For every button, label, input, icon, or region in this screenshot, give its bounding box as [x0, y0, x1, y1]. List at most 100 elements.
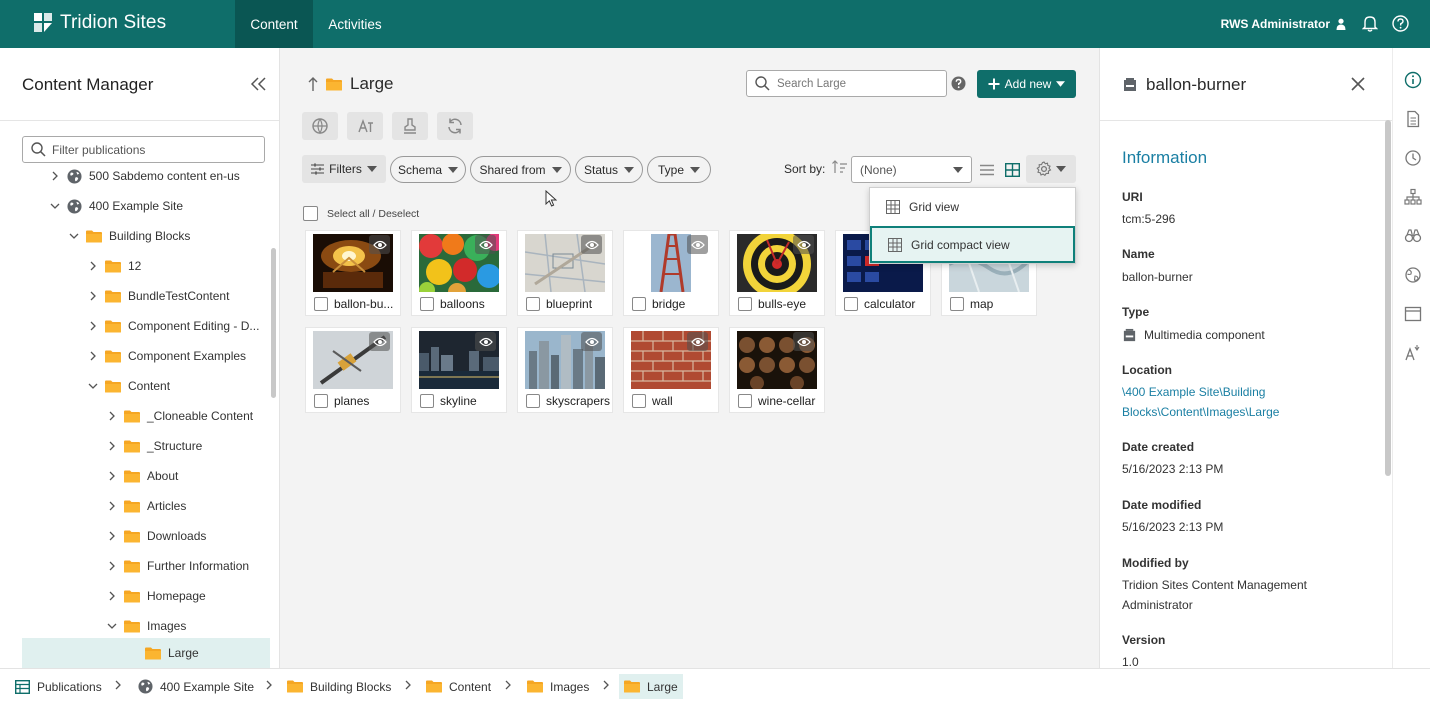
filter-publications-input[interactable] — [52, 142, 252, 157]
tree-item-bundletestcontent[interactable]: BundleTestContent — [22, 281, 270, 311]
preview-button[interactable] — [793, 332, 814, 351]
item-checkbox[interactable] — [526, 394, 540, 408]
chevron-down-icon[interactable] — [69, 232, 79, 240]
tree-item-structure[interactable]: _Structure — [22, 431, 270, 461]
chevron-right-icon[interactable] — [108, 531, 116, 541]
select-all-checkbox[interactable] — [303, 206, 318, 221]
select-all-control[interactable]: Select all / Deselect — [303, 206, 419, 221]
search-help-icon[interactable] — [951, 76, 966, 91]
tab-content[interactable]: Content — [235, 0, 313, 48]
view-settings-button[interactable] — [1026, 155, 1076, 183]
tab-activities[interactable]: Activities — [313, 0, 397, 48]
breadcrumb-large[interactable]: Large — [619, 674, 683, 699]
binoculars-icon[interactable] — [1404, 227, 1422, 245]
chevron-down-icon[interactable] — [88, 382, 98, 390]
breadcrumb-building-blocks[interactable]: Building Blocks — [282, 674, 396, 699]
add-new-button[interactable]: Add new — [977, 70, 1076, 98]
tree-item-further-information[interactable]: Further Information — [22, 551, 270, 581]
chevron-down-icon[interactable] — [50, 202, 60, 210]
globe-icon[interactable] — [1404, 266, 1422, 284]
item-checkbox[interactable] — [738, 394, 752, 408]
user-icon[interactable] — [1336, 18, 1346, 30]
content-item-planes[interactable]: planes — [305, 327, 401, 413]
preview-button[interactable] — [369, 235, 390, 254]
breadcrumb-400-example-site[interactable]: 400 Example Site — [133, 674, 259, 699]
filters-button[interactable]: Filters — [302, 155, 386, 183]
tree-scrollbar[interactable] — [271, 248, 276, 398]
chevron-right-icon[interactable] — [108, 441, 116, 451]
search-input[interactable] — [777, 77, 937, 90]
content-item-wine-cellar[interactable]: wine-cellar — [729, 327, 825, 413]
collapse-panel-icon[interactable] — [250, 76, 268, 92]
refresh-button[interactable] — [437, 112, 473, 140]
chevron-right-icon[interactable] — [108, 471, 116, 481]
preview-button[interactable] — [793, 235, 814, 254]
up-arrow-icon[interactable] — [308, 76, 318, 92]
content-item-balloons[interactable]: balloons — [411, 230, 507, 316]
preview-button[interactable] — [687, 332, 708, 351]
sort-direction-icon[interactable] — [832, 160, 848, 174]
publish-button[interactable] — [302, 112, 338, 140]
preview-window-icon[interactable] — [1404, 305, 1422, 323]
search-field[interactable] — [746, 70, 947, 97]
list-view-button[interactable] — [975, 156, 999, 183]
grid-view-button[interactable] — [1000, 156, 1024, 183]
schema-filter-chip[interactable]: Schema — [390, 156, 466, 183]
tree-item-500-sabdemo[interactable]: 500 Sabdemo content en-us — [22, 168, 270, 191]
tree-item-component-examples[interactable]: Component Examples — [22, 341, 270, 371]
content-item-skyscrapers[interactable]: skyscrapers — [517, 327, 613, 413]
item-checkbox[interactable] — [632, 394, 646, 408]
item-checkbox[interactable] — [314, 297, 328, 311]
breadcrumb-images[interactable]: Images — [522, 674, 594, 699]
chevron-down-icon[interactable] — [107, 622, 117, 630]
content-item-bulls-eye[interactable]: bulls-eye — [729, 230, 825, 316]
tree-item-component-editing[interactable]: Component Editing - D... — [22, 311, 270, 341]
app-logo[interactable]: Tridion Sites — [32, 12, 166, 34]
tree-item-downloads[interactable]: Downloads — [22, 521, 270, 551]
breadcrumb-publications[interactable]: Publications — [10, 674, 107, 699]
menu-item-grid-compact-view[interactable]: Grid compact view — [870, 226, 1075, 263]
chevron-right-icon[interactable] — [108, 591, 116, 601]
tree-item-building-blocks[interactable]: Building Blocks — [22, 221, 270, 251]
text-size-icon[interactable] — [1404, 344, 1422, 362]
item-checkbox[interactable] — [950, 297, 964, 311]
type-filter-chip[interactable]: Type — [647, 156, 711, 183]
sort-select[interactable]: (None) — [851, 156, 972, 183]
chevron-right-icon[interactable] — [108, 561, 116, 571]
preview-button[interactable] — [475, 332, 496, 351]
chevron-right-icon[interactable] — [108, 411, 116, 421]
chevron-right-icon[interactable] — [89, 291, 97, 301]
info-icon[interactable] — [1404, 71, 1422, 89]
tree-item-content[interactable]: Content — [22, 371, 270, 401]
preview-button[interactable] — [581, 332, 602, 351]
content-item-skyline[interactable]: skyline — [411, 327, 507, 413]
details-scrollbar[interactable] — [1385, 120, 1391, 476]
item-checkbox[interactable] — [844, 297, 858, 311]
chevron-right-icon[interactable] — [51, 171, 59, 181]
tree-item-400-example-site[interactable]: 400 Example Site — [22, 191, 270, 221]
hierarchy-icon[interactable] — [1404, 188, 1422, 206]
close-icon[interactable] — [1350, 76, 1366, 92]
user-name[interactable]: RWS Administrator — [1221, 17, 1330, 31]
chevron-right-icon[interactable] — [108, 501, 116, 511]
item-checkbox[interactable] — [314, 394, 328, 408]
chevron-right-icon[interactable] — [89, 261, 97, 271]
item-checkbox[interactable] — [526, 297, 540, 311]
preview-button[interactable] — [475, 235, 496, 254]
content-item-blueprint[interactable]: blueprint — [517, 230, 613, 316]
content-item-wall[interactable]: wall — [623, 327, 719, 413]
check-in-button[interactable] — [392, 112, 428, 140]
chevron-right-icon[interactable] — [89, 321, 97, 331]
bell-icon[interactable] — [1362, 15, 1378, 32]
item-checkbox[interactable] — [420, 394, 434, 408]
item-checkbox[interactable] — [738, 297, 752, 311]
tree-item-articles[interactable]: Articles — [22, 491, 270, 521]
tree-item-large[interactable]: Large — [22, 638, 270, 668]
filter-publications-field[interactable] — [22, 136, 265, 163]
shared-from-filter-chip[interactable]: Shared from — [470, 156, 571, 183]
breadcrumb-content[interactable]: Content — [421, 674, 496, 699]
chevron-right-icon[interactable] — [89, 351, 97, 361]
item-checkbox[interactable] — [420, 297, 434, 311]
menu-item-grid-view[interactable]: Grid view — [870, 189, 1075, 225]
tree-item-cloneable-content[interactable]: _Cloneable Content — [22, 401, 270, 431]
